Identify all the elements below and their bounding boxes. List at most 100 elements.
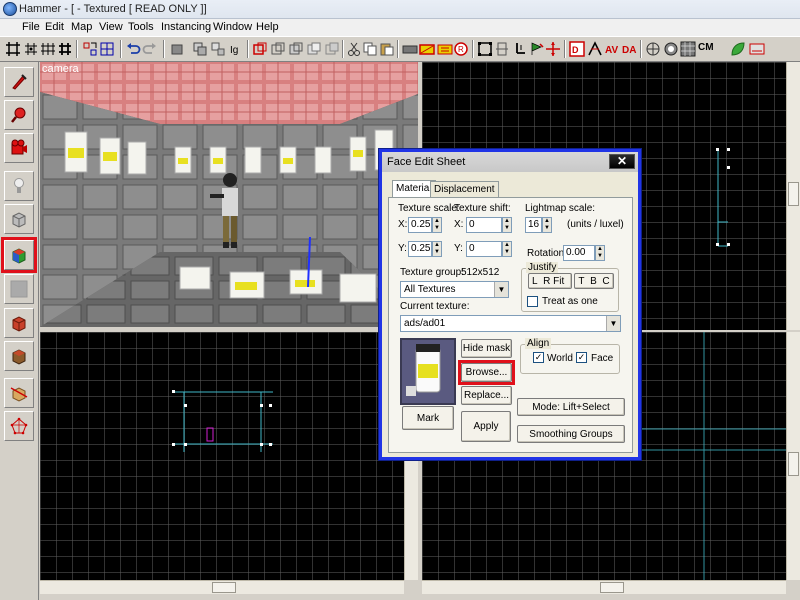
hide-unselected-icon[interactable]: [270, 41, 286, 57]
chevron-down-icon[interactable]: ▼: [606, 316, 620, 331]
dotted-box-icon[interactable]: [512, 41, 528, 57]
scroll-thumb[interactable]: [212, 582, 236, 593]
undo-icon[interactable]: [125, 41, 141, 57]
texture-scale-y-spinner[interactable]: ▲ ▼: [432, 241, 442, 257]
hide-selection-icon[interactable]: [252, 41, 268, 57]
menu-tools[interactable]: Tools: [128, 21, 154, 33]
menu-file[interactable]: File: [22, 21, 40, 33]
texture-scale-x-spinner[interactable]: ▲ ▼: [432, 217, 442, 233]
cut-icon[interactable]: [346, 41, 362, 57]
side-view-vertical-scrollbar[interactable]: [786, 332, 800, 580]
justify-bottom-button[interactable]: B: [590, 276, 597, 287]
menu-instancing[interactable]: Instancing: [161, 21, 211, 33]
grid-3d-icon[interactable]: [99, 41, 115, 57]
smoothing-groups-button[interactable]: Smoothing Groups: [517, 425, 625, 443]
pointer-tool[interactable]: [4, 67, 34, 97]
align-face-checkbox[interactable]: ✓: [576, 352, 587, 363]
radius-culling-icon[interactable]: R: [453, 41, 469, 57]
ainode-icon[interactable]: AV: [604, 41, 620, 57]
instance-icon[interactable]: [663, 41, 679, 57]
texture-scale-lock-icon[interactable]: [419, 41, 435, 57]
flag-icon[interactable]: [529, 41, 545, 57]
select-by-handles-icon[interactable]: [494, 41, 510, 57]
front-view-horizontal-scrollbar[interactable]: [40, 580, 404, 594]
justify-right-button[interactable]: R: [543, 276, 550, 287]
run-map-icon[interactable]: DA: [621, 41, 637, 57]
copy-icon[interactable]: [362, 41, 378, 57]
ignore-groups-icon[interactable]: Ig: [228, 41, 244, 57]
magnify-tool[interactable]: [4, 100, 34, 130]
grid-toggle-icon[interactable]: [5, 41, 21, 57]
grid-smaller-icon[interactable]: [40, 41, 56, 57]
vertex-tool[interactable]: [4, 411, 34, 441]
selection-box-icon[interactable]: [477, 41, 493, 57]
cm-label[interactable]: CM: [698, 42, 714, 53]
paste-icon[interactable]: [379, 41, 395, 57]
replace-button[interactable]: Replace...: [461, 386, 512, 405]
texture-shift-x-field[interactable]: 0: [466, 217, 502, 233]
texture-lock-icon[interactable]: [402, 41, 418, 57]
pointfile-icon[interactable]: [587, 41, 603, 57]
grid-larger-icon[interactable]: [57, 41, 73, 57]
texture-group-dropdown[interactable]: All Textures ▼: [400, 281, 509, 298]
texture-shift-x-spinner[interactable]: ▲ ▼: [502, 217, 512, 233]
camera-tool[interactable]: [4, 133, 34, 163]
menu-edit[interactable]: Edit: [45, 21, 64, 33]
model-icon[interactable]: [645, 41, 661, 57]
side-view-horizontal-scrollbar[interactable]: [422, 580, 786, 594]
hide-mask-button[interactable]: Hide mask: [461, 339, 512, 358]
justify-center-button[interactable]: C: [602, 276, 609, 287]
texture-application-tool[interactable]: [1, 237, 37, 273]
menu-map[interactable]: Map: [71, 21, 92, 33]
justify-top-bottom-center-button[interactable]: T B C: [574, 273, 614, 289]
group-icon[interactable]: [192, 41, 208, 57]
justify-top-button[interactable]: T: [578, 276, 584, 287]
quick-hide-icon[interactable]: [324, 41, 340, 57]
texture-shift-y-field[interactable]: 0: [466, 241, 502, 257]
scroll-thumb[interactable]: [788, 452, 799, 476]
texture-scale-y-field[interactable]: 0.25: [408, 241, 432, 257]
block-tool[interactable]: [4, 204, 34, 234]
current-texture-dropdown[interactable]: ads/ad01 ▼: [400, 315, 621, 332]
scroll-thumb[interactable]: [788, 182, 799, 206]
lightmap-scale-field[interactable]: 16: [525, 217, 542, 233]
settings-icon[interactable]: [749, 41, 765, 57]
show-all-icon[interactable]: [288, 41, 304, 57]
chevron-down-icon[interactable]: ▼: [494, 282, 508, 297]
apply-current-texture-tool[interactable]: [4, 274, 34, 304]
menu-view[interactable]: View: [99, 21, 123, 33]
compile-map-icon[interactable]: D: [569, 41, 585, 57]
align-world-checkbox[interactable]: ✓: [533, 352, 544, 363]
dialog-close-button[interactable]: ✕: [609, 154, 635, 169]
top-view-vertical-scrollbar[interactable]: [786, 62, 800, 330]
justify-left-button[interactable]: L: [532, 276, 538, 287]
clipping-tool[interactable]: [4, 378, 34, 408]
mark-button[interactable]: Mark: [402, 406, 454, 430]
treat-as-one-checkbox[interactable]: [527, 296, 538, 307]
overlay-tool[interactable]: [4, 341, 34, 371]
rotation-field[interactable]: 0.00: [563, 245, 595, 261]
texture-shift-y-spinner[interactable]: ▲ ▼: [502, 241, 512, 257]
texture-alignment-icon[interactable]: [437, 41, 453, 57]
front-view-viewport[interactable]: [40, 332, 404, 580]
mode-lift-select-button[interactable]: Mode: Lift+Select: [517, 398, 625, 416]
ungroup-icon[interactable]: [210, 41, 226, 57]
grid-world-icon[interactable]: [680, 41, 696, 57]
apply-button[interactable]: Apply: [461, 411, 511, 442]
redo-icon[interactable]: [142, 41, 158, 57]
menu-window[interactable]: Window: [213, 21, 252, 33]
entity-tool[interactable]: [4, 171, 34, 201]
visgroup-icon[interactable]: [306, 41, 322, 57]
move-icon[interactable]: [545, 41, 561, 57]
grid-dots-icon[interactable]: [23, 41, 39, 57]
justify-left-right-fit-button[interactable]: L R Fit: [528, 273, 572, 289]
texture-scale-x-field[interactable]: 0.25: [408, 217, 432, 233]
snap-to-grid-icon[interactable]: [82, 41, 98, 57]
tab-displacement[interactable]: Displacement: [430, 181, 499, 197]
leaf-icon[interactable]: [730, 41, 746, 57]
menu-help[interactable]: Help: [256, 21, 279, 33]
scroll-thumb[interactable]: [600, 582, 624, 593]
dialog-title-bar[interactable]: Face Edit Sheet ✕: [382, 152, 638, 172]
justify-fit-button[interactable]: Fit: [553, 276, 564, 287]
lightmap-scale-spinner[interactable]: ▲ ▼: [542, 217, 552, 233]
